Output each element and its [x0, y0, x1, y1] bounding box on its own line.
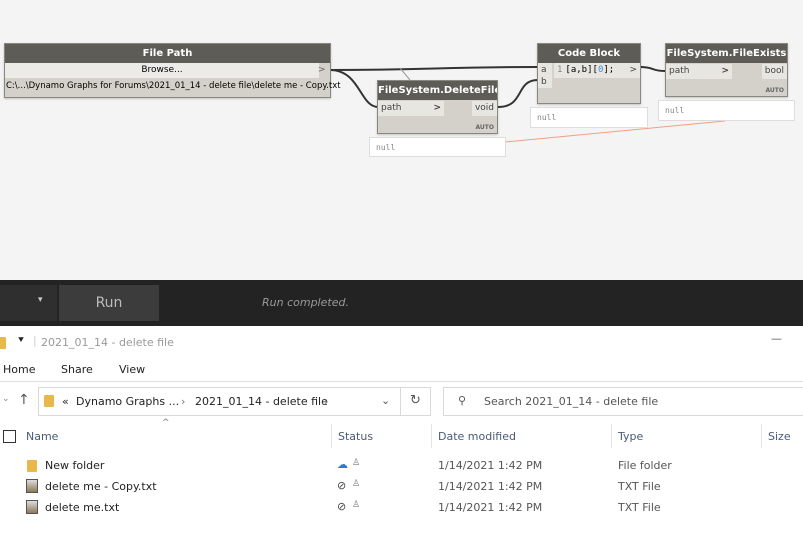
- column-header-size[interactable]: Size: [768, 430, 791, 443]
- input-port-b[interactable]: b: [538, 76, 552, 88]
- node-title: FileSystem.DeleteFile: [378, 81, 497, 100]
- refresh-icon[interactable]: ↻: [410, 393, 421, 408]
- code-text: [a,b][: [565, 65, 598, 75]
- overflow-chevron[interactable]: «: [62, 395, 69, 408]
- column-header-type[interactable]: Type: [618, 430, 643, 443]
- ribbon-tab-share[interactable]: Share: [61, 363, 93, 376]
- node-title: File Path: [5, 44, 330, 63]
- chevron-right-icon[interactable]: ›: [324, 395, 328, 408]
- input-port-path[interactable]: path >: [666, 64, 732, 79]
- text-file-icon: [26, 479, 38, 493]
- file-row[interactable]: delete me.txt ⊘ ♙ 1/14/2021 1:42 PM TXT …: [0, 498, 803, 518]
- output-port[interactable]: >: [626, 63, 640, 78]
- node-title: Code Block: [538, 44, 640, 63]
- code-text-end: ];: [603, 65, 615, 75]
- folder-icon: [44, 395, 54, 407]
- divider: |: [33, 334, 37, 347]
- node-title: FileSystem.FileExists: [666, 44, 787, 63]
- breadcrumb-part[interactable]: 2021_01_14 - delete file: [195, 395, 328, 408]
- line-number: 1: [557, 65, 563, 75]
- address-bar[interactable]: « Dynamo Graphs ... › 2021_01_14 - delet…: [38, 387, 431, 416]
- output-port-void[interactable]: void: [471, 101, 497, 116]
- date-modified: 1/14/2021 1:42 PM: [438, 459, 543, 472]
- chevron-down-icon[interactable]: ⌄: [381, 394, 390, 407]
- chevron-right-icon[interactable]: ›: [181, 395, 185, 408]
- file-row[interactable]: delete me - Copy.txt ⊘ ♙ 1/14/2021 1:42 …: [0, 477, 803, 497]
- browse-button[interactable]: Browse...: [5, 63, 319, 78]
- run-button[interactable]: Run: [59, 285, 159, 321]
- column-header-status[interactable]: Status: [338, 430, 373, 443]
- recent-dropdown[interactable]: ⌄: [2, 394, 10, 404]
- output-port[interactable]: >: [318, 63, 330, 78]
- lacing-label[interactable]: AUTO: [475, 124, 494, 131]
- folder-icon: [27, 460, 37, 472]
- window-title: 2021_01_14 - delete file: [41, 336, 174, 349]
- port-label: path: [381, 103, 402, 113]
- search-placeholder: Search 2021_01_14 - delete file: [484, 395, 659, 408]
- file-explorer: ⯆ | 2021_01_14 - delete file — Home Shar…: [0, 330, 803, 543]
- file-type: TXT File: [618, 480, 661, 493]
- folder-icon: [0, 337, 6, 349]
- file-name: delete me - Copy.txt: [45, 480, 157, 493]
- file-path-node[interactable]: File Path Browse... > C:\...\Dynamo Grap…: [4, 43, 341, 98]
- ribbon-tab-view[interactable]: View: [119, 363, 145, 376]
- text-file-icon: [26, 500, 38, 514]
- person-icon: ♙: [352, 479, 361, 489]
- check-circle-icon: ⊘: [337, 479, 347, 492]
- minimize-button[interactable]: —: [771, 332, 782, 345]
- quick-access-dropdown[interactable]: ⯆: [17, 335, 25, 346]
- run-mode-dropdown[interactable]: ▾: [0, 285, 57, 321]
- column-header-name[interactable]: Name: [26, 430, 58, 443]
- file-type: File folder: [618, 459, 672, 472]
- input-port-path[interactable]: path >: [378, 101, 444, 116]
- dynamo-canvas[interactable]: File Path Browse... > C:\...\Dynamo Grap…: [0, 0, 803, 280]
- port-label: path: [669, 66, 690, 76]
- chevron-down-icon: ▾: [38, 295, 43, 305]
- port-arrow: >: [721, 66, 729, 76]
- person-icon: ♙: [352, 458, 361, 468]
- date-modified: 1/14/2021 1:42 PM: [438, 480, 543, 493]
- breadcrumb-part[interactable]: Dynamo Graphs ...: [76, 395, 179, 408]
- preview-bubble: null: [530, 107, 648, 128]
- file-name: delete me.txt: [45, 501, 120, 514]
- code-editor[interactable]: 1 [a,b][0];: [554, 63, 626, 78]
- lacing-label[interactable]: AUTO: [765, 87, 784, 94]
- cloud-icon: ☁: [337, 458, 348, 471]
- select-all-checkbox[interactable]: [3, 430, 16, 443]
- delete-file-node[interactable]: FileSystem.DeleteFile path > void AUTO: [377, 80, 498, 134]
- run-status: Run completed.: [262, 296, 349, 309]
- preview-bubble: null: [369, 137, 506, 157]
- ribbon-tab-home[interactable]: Home: [3, 363, 35, 376]
- port-arrow: >: [433, 103, 441, 113]
- output-port-bool[interactable]: bool: [761, 64, 787, 79]
- file-path-value: C:\...\Dynamo Graphs for Forums\2021_01_…: [6, 81, 341, 91]
- file-name: New folder: [45, 459, 105, 472]
- file-type: TXT File: [618, 501, 661, 514]
- file-exists-node[interactable]: FileSystem.FileExists path > bool AUTO: [665, 43, 788, 97]
- search-icon: ⚲: [458, 394, 467, 407]
- sort-indicator: ^: [162, 418, 170, 428]
- column-header-date[interactable]: Date modified: [438, 430, 516, 443]
- search-box[interactable]: ⚲ Search 2021_01_14 - delete file: [443, 387, 803, 416]
- date-modified: 1/14/2021 1:42 PM: [438, 501, 543, 514]
- person-icon: ♙: [352, 500, 361, 510]
- check-circle-icon: ⊘: [337, 500, 347, 513]
- up-arrow-icon[interactable]: ↑: [18, 392, 30, 408]
- file-row[interactable]: New folder ☁ ♙ 1/14/2021 1:42 PM File fo…: [0, 456, 803, 476]
- preview-bubble: null: [658, 100, 795, 121]
- code-block-node[interactable]: Code Block a b 1 [a,b][0]; >: [537, 43, 641, 104]
